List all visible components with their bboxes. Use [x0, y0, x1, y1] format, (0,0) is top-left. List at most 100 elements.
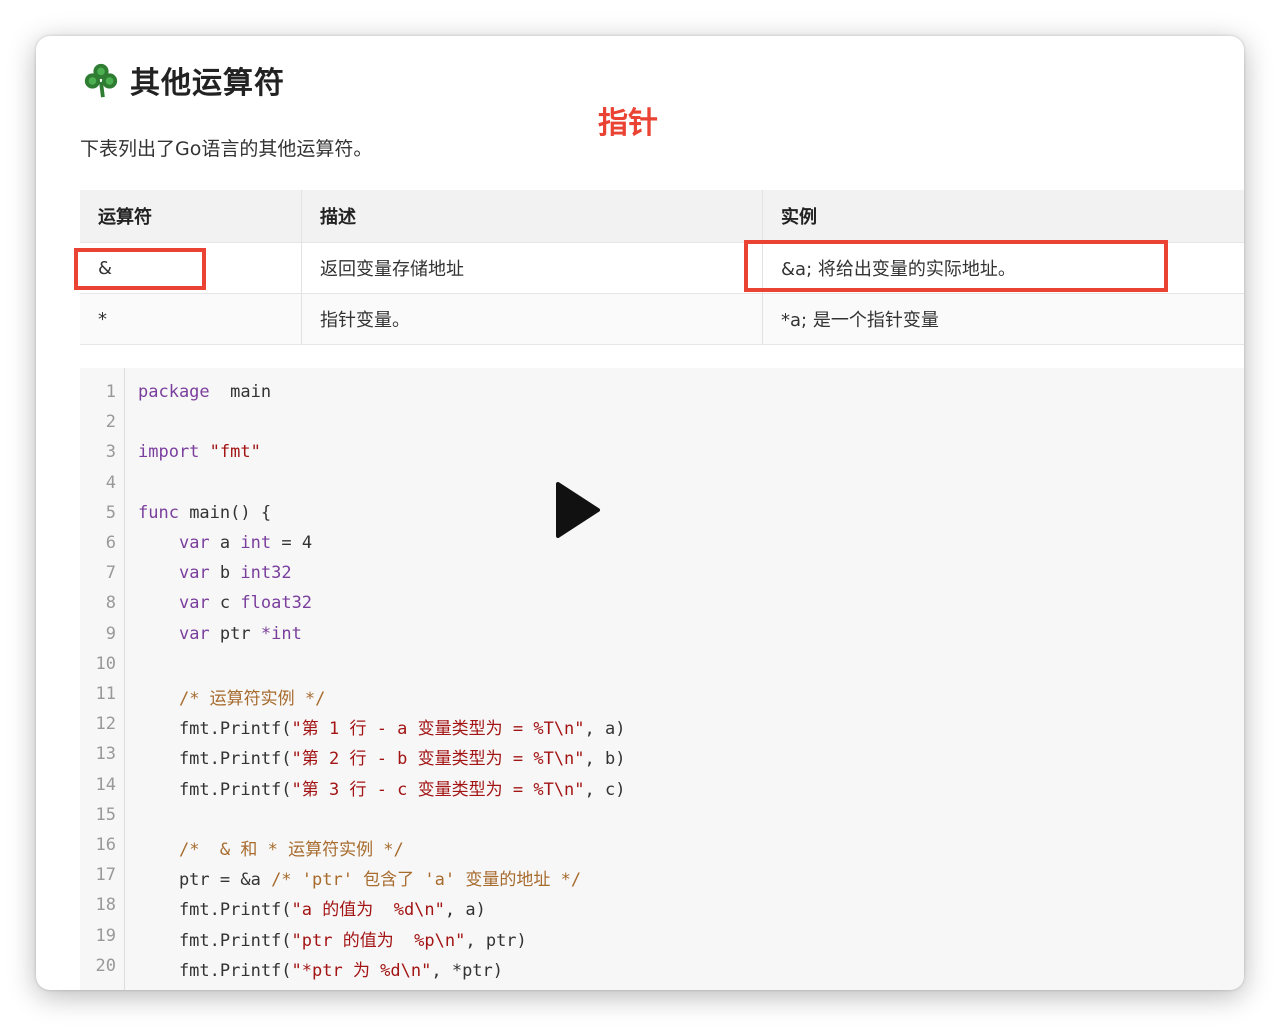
highlight-box-example [744, 240, 1168, 292]
code-token: "第 1 行 - a 变量类型为 = %T\n" [291, 719, 585, 740]
section-heading: 其他运算符 [82, 58, 285, 102]
code-token: fmt.Printf( [138, 779, 292, 800]
page-title: 其他运算符 [130, 66, 285, 101]
code-line: /* 运算符实例 */ [138, 684, 325, 709]
line-number: 6 [105, 533, 116, 553]
cell-operator: * [80, 293, 302, 345]
line-number: 12 [95, 714, 116, 735]
line-number: 14 [95, 774, 116, 795]
code-token: var [178, 563, 210, 584]
code-token: fmt.Printf( [138, 930, 292, 951]
code-line: fmt.Printf("第 3 行 - c 变量类型为 = %T\n", c) [138, 775, 626, 800]
annotation-label: 指针 [598, 106, 658, 141]
code-line: fmt.Printf("第 1 行 - a 变量类型为 = %T\n", a) [138, 714, 626, 740]
code-token: "ptr 的值为 %p\n" [291, 930, 466, 951]
code-line: var c float32 [138, 593, 312, 613]
code-line: func main() { [138, 503, 271, 523]
code-token: var [178, 623, 210, 644]
code-token: c [209, 593, 241, 614]
code-token: , a) [444, 900, 486, 921]
code-line: var b int32 [138, 563, 292, 583]
line-number: 19 [95, 925, 116, 946]
code-line: var ptr *int [138, 624, 302, 644]
code-token: "fmt" [209, 442, 261, 463]
code-token: int32 [240, 563, 292, 584]
line-number: 16 [95, 835, 116, 855]
content-window: 其他运算符 指针 下表列出了Go语言的其他运算符。 运算符 描述 实例 & 返回… [36, 36, 1244, 990]
code-token: fmt.Printf( [138, 960, 292, 981]
code-token: ptr = &a [138, 870, 272, 891]
line-number: 18 [95, 895, 116, 916]
code-token: /* & 和 * 运算符实例 */ [178, 840, 404, 860]
code-line: fmt.Printf("a 的值为 %d\n", a) [138, 895, 486, 920]
line-number: 17 [95, 865, 116, 886]
code-token: a [209, 533, 241, 553]
clover-icon [84, 63, 118, 98]
line-number: 9 [105, 623, 116, 644]
line-number: 3 [105, 442, 116, 463]
line-number: 10 [95, 653, 116, 674]
code-token: int [240, 533, 272, 553]
code-line: var a int = 4 [138, 533, 312, 553]
line-number: 15 [95, 804, 116, 825]
code-token: , c) [584, 779, 626, 800]
intro-text: 下表列出了Go语言的其他运算符。 [80, 138, 373, 160]
code-token: var [178, 593, 210, 614]
code-line: ptr = &a /* 'ptr' 包含了 'a' 变量的地址 */ [138, 865, 581, 890]
header-example: 实例 [762, 190, 1244, 243]
code-line: package main [138, 382, 271, 402]
header-operator: 运算符 [80, 190, 302, 243]
table-header-row: 运算符 描述 实例 [80, 190, 1244, 243]
line-number: 20 [95, 955, 116, 976]
line-number: 2 [105, 412, 116, 433]
code-token: , b) [584, 749, 626, 770]
table-row: * 指针变量。 *a; 是一个指针变量 [80, 293, 1244, 345]
line-number: 11 [95, 684, 116, 704]
code-token: fmt.Printf( [138, 900, 292, 921]
code-token: "第 3 行 - c 变量类型为 = %T\n" [291, 779, 585, 800]
header-description: 描述 [301, 190, 763, 243]
code-token: import [138, 442, 200, 463]
code-token: , a) [584, 719, 626, 740]
cell-description: 指针变量。 [301, 293, 763, 345]
code-token: ptr [209, 623, 261, 644]
code-line: import "fmt" [138, 442, 261, 462]
code-token: , *ptr) [431, 960, 504, 981]
code-token: "*ptr 为 %d\n" [291, 960, 432, 981]
line-number: 8 [105, 593, 116, 614]
code-token: *int [260, 623, 302, 644]
code-token: = 4 [271, 533, 313, 553]
code-token: "a 的值为 %d\n" [291, 900, 445, 921]
code-token: var [178, 533, 210, 553]
code-line: fmt.Printf("第 2 行 - b 变量类型为 = %T\n", b) [138, 744, 626, 770]
code-token: fmt.Printf( [138, 719, 292, 740]
code-block: 1 2 3 4 5 6 7 8 9 10 11 12 13 14 15 16 17 18 19 20 package … [80, 368, 1244, 990]
line-number-gutter: 1 2 3 4 5 6 7 8 9 10 11 12 13 14 15 16 17 18 19 20 [80, 368, 125, 990]
code-token: main() { [178, 502, 272, 523]
code-token: /* 'ptr' 包含了 'a' 变量的地址 */ [271, 870, 582, 891]
code-line: fmt.Printf("ptr 的值为 %p\n", ptr) [138, 926, 527, 951]
code-token: float32 [240, 593, 313, 614]
highlight-box-operator [74, 248, 206, 290]
code-token: main [209, 382, 272, 402]
code-line: /* & 和 * 运算符实例 */ [138, 835, 404, 860]
code-token: "第 2 行 - b 变量类型为 = %T\n" [291, 749, 585, 770]
code-token: , ptr) [465, 930, 527, 951]
code-token: b [209, 563, 241, 584]
line-number: 5 [105, 502, 116, 523]
line-number: 13 [95, 744, 116, 765]
line-number: 4 [105, 472, 116, 493]
play-icon[interactable] [554, 482, 602, 538]
cell-description: 返回变量存储地址 [301, 242, 763, 294]
line-number: 7 [105, 563, 116, 584]
cell-example: *a; 是一个指针变量 [762, 293, 1244, 345]
line-number: 1 [105, 382, 116, 402]
code-line: fmt.Printf("*ptr 为 %d\n", *ptr) [138, 956, 503, 981]
